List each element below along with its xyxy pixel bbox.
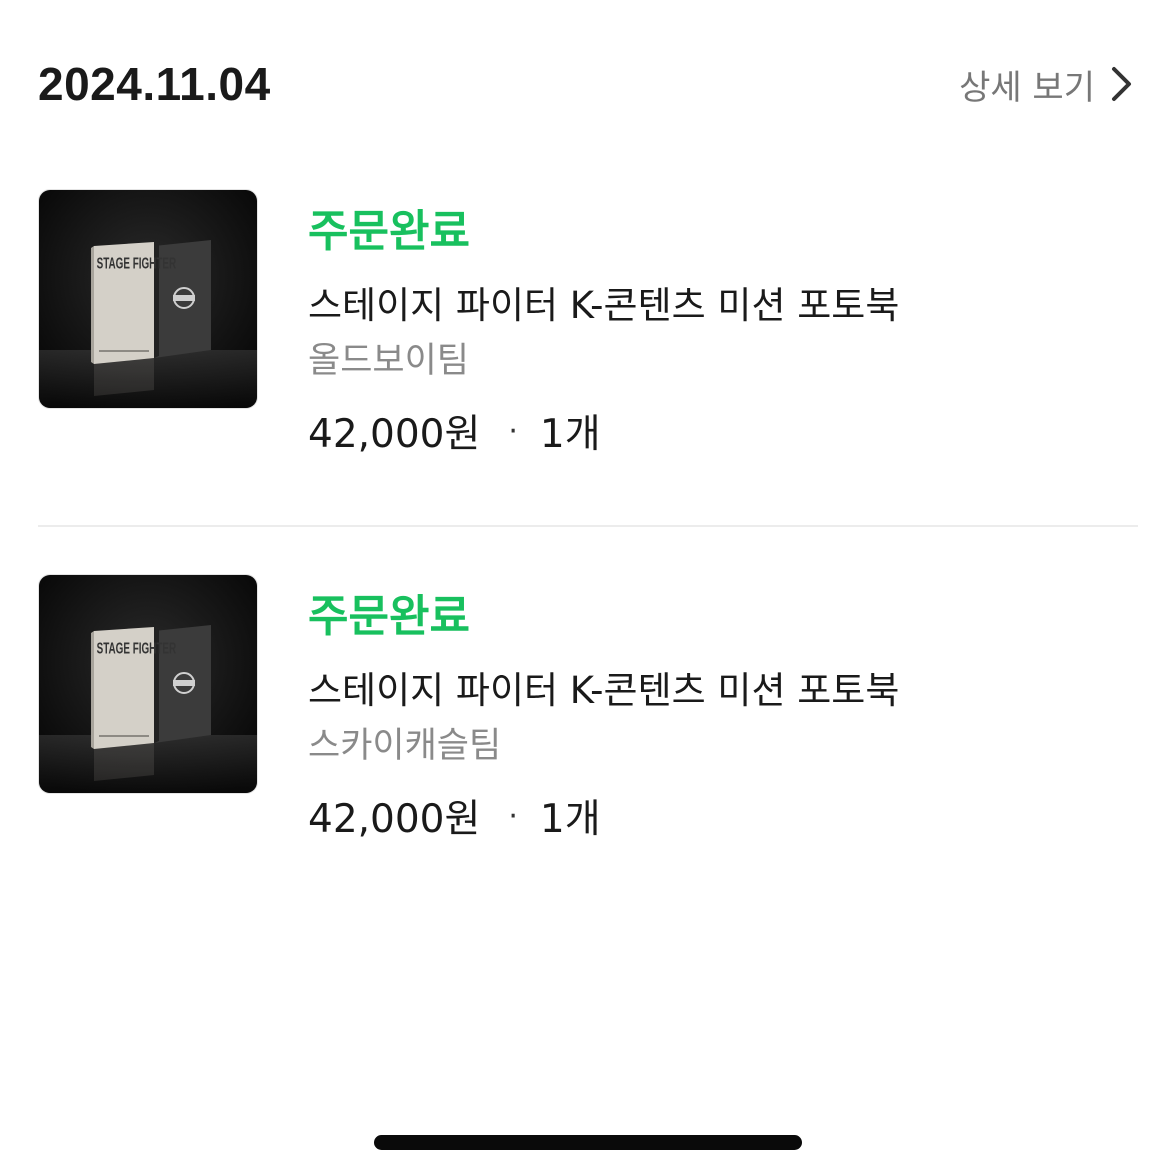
separator-dot: · — [508, 413, 518, 449]
product-image-text: STAGE FIGHTER — [97, 254, 177, 272]
product-thumbnail[interactable]: STAGE FIGHTER — [38, 189, 258, 409]
product-thumbnail[interactable]: STAGE FIGHTER — [38, 574, 258, 794]
divider — [38, 525, 1138, 527]
quantity: 1개 — [539, 797, 601, 842]
option-team: 스카이캐슬팀 — [308, 726, 502, 766]
order-date: 2024.11.04 — [38, 58, 271, 110]
price-quantity-row: 42,000원 · 1개 — [308, 403, 601, 459]
order-item[interactable]: STAGE FIGHTER 주문완료 스테이지 파이터 K-콘텐츠 미션 포토북… — [38, 574, 1138, 842]
chevron-right-icon — [1112, 67, 1131, 101]
separator-dot: · — [508, 798, 518, 834]
price: 42,000원 — [308, 797, 481, 842]
view-details-link[interactable]: 상세 보기 — [959, 60, 1135, 109]
product-title[interactable]: 스테이지 파이터 K-콘텐츠 미션 포토북 — [308, 660, 899, 714]
order-status: 주문완료 — [308, 591, 470, 642]
price: 42,000원 — [308, 412, 481, 457]
view-details-label: 상세 보기 — [959, 67, 1095, 108]
option-team: 올드보이팀 — [308, 341, 470, 381]
order-item[interactable]: STAGE FIGHTER 주문완료 스테이지 파이터 K-콘텐츠 미션 포토북… — [38, 189, 1138, 457]
home-indicator[interactable] — [374, 1135, 802, 1150]
product-title[interactable]: 스테이지 파이터 K-콘텐츠 미션 포토북 — [308, 275, 899, 329]
quantity: 1개 — [539, 412, 601, 457]
order-status: 주문완료 — [308, 206, 470, 257]
product-image-text: STAGE FIGHTER — [97, 639, 177, 657]
order-date-header: 2024.11.04 상세 보기 — [38, 52, 1135, 116]
price-quantity-row: 42,000원 · 1개 — [308, 788, 601, 844]
